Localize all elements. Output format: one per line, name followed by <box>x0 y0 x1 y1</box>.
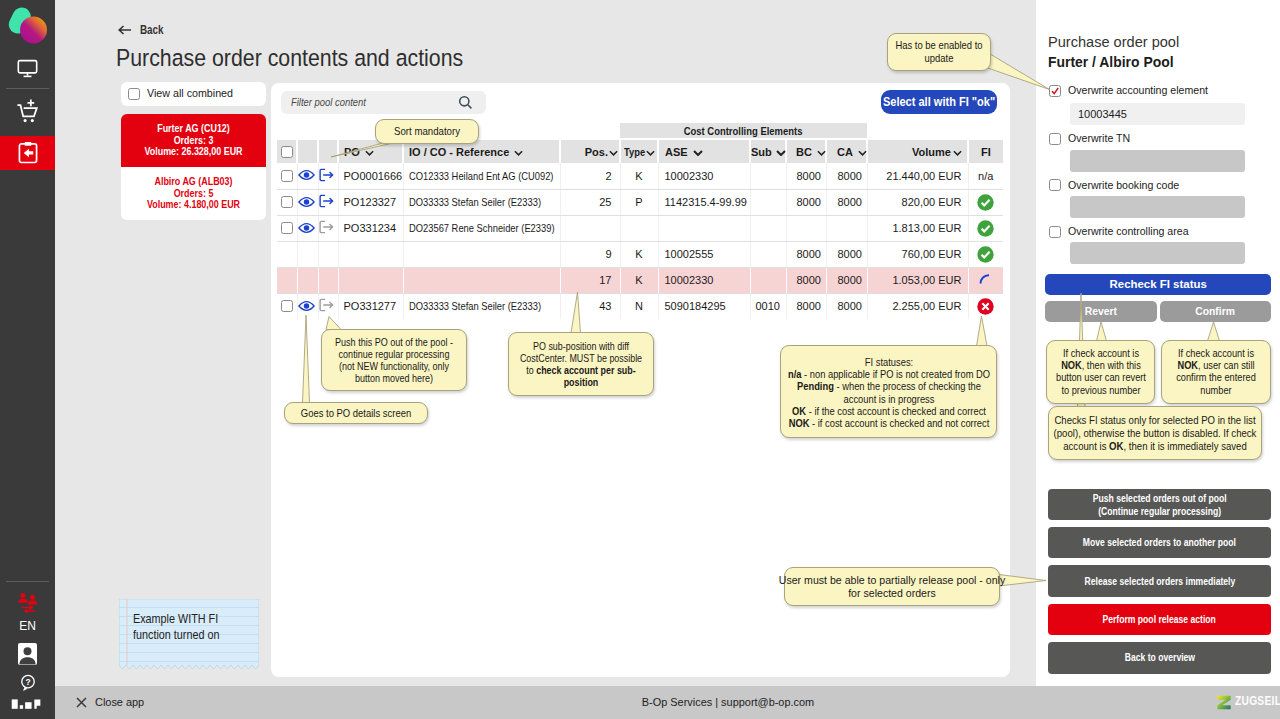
svg-text:?: ? <box>25 677 30 687</box>
